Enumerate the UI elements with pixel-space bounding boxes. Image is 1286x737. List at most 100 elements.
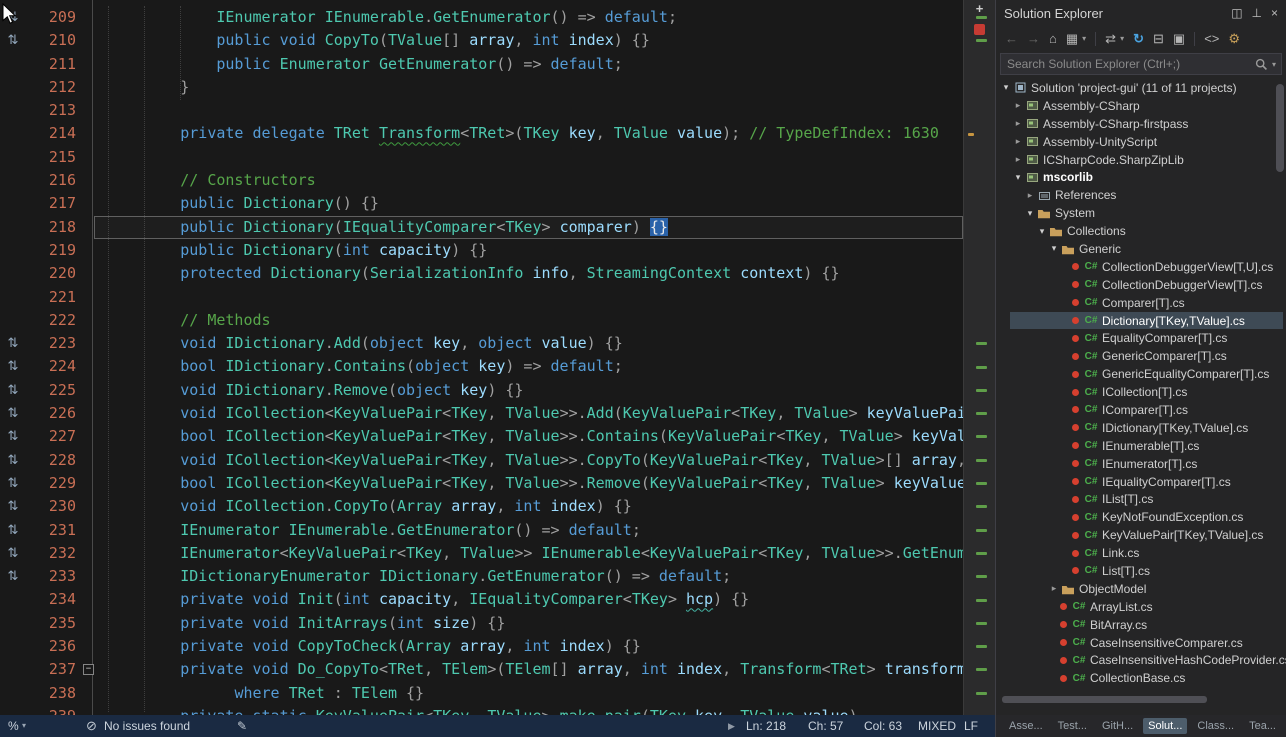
implements-icon[interactable]: ⇅ bbox=[0, 565, 26, 588]
code-line[interactable]: ⇅224 bool IDictionary.Contains(object ke… bbox=[0, 355, 963, 378]
glyph-margin[interactable] bbox=[0, 239, 26, 262]
search-icon[interactable] bbox=[1255, 58, 1268, 71]
line-number[interactable]: 233 bbox=[26, 565, 76, 588]
line-number[interactable]: 232 bbox=[26, 542, 76, 565]
code-line[interactable]: ⇅223 void IDictionary.Add(object key, ob… bbox=[0, 332, 963, 355]
code-line-body[interactable]: private static KeyValuePair<TKey, TValue… bbox=[94, 705, 963, 715]
line-number[interactable]: 239 bbox=[26, 705, 76, 715]
line-number[interactable]: 215 bbox=[26, 146, 76, 169]
line-number[interactable]: 211 bbox=[26, 53, 76, 76]
back-icon[interactable]: ← bbox=[1005, 31, 1018, 47]
tool-tab-asse[interactable]: Asse... bbox=[1004, 718, 1048, 734]
line-number[interactable]: 237 bbox=[26, 658, 76, 681]
line-number[interactable]: 222 bbox=[26, 309, 76, 332]
glyph-margin[interactable] bbox=[0, 192, 26, 215]
code-line-body[interactable]: − private void Do_CopyTo<TRet, TElem>(TE… bbox=[94, 658, 963, 681]
zoom-control[interactable]: % bbox=[8, 715, 19, 737]
implements-icon[interactable]: ⇅ bbox=[0, 332, 26, 355]
line-number[interactable]: 228 bbox=[26, 449, 76, 472]
line-number[interactable]: 214 bbox=[26, 122, 76, 145]
glyph-margin[interactable] bbox=[0, 262, 26, 285]
glyph-margin[interactable] bbox=[0, 705, 26, 715]
tree-item[interactable]: C#Comparer[T].cs bbox=[996, 294, 1286, 312]
tree-item[interactable]: C#IDictionary[TKey,TValue].cs bbox=[996, 419, 1286, 437]
dropdown-caret-icon[interactable]: ▾ bbox=[1120, 31, 1124, 47]
code-line[interactable]: 217 public Dictionary() {} bbox=[0, 192, 963, 215]
forward-icon[interactable]: → bbox=[1027, 31, 1040, 47]
code-line[interactable]: 222 // Methods bbox=[0, 309, 963, 332]
expander-collapsed-icon[interactable]: ▸ bbox=[1012, 136, 1024, 147]
expander-expanded-icon[interactable]: ▾ bbox=[1000, 82, 1012, 93]
tree-item[interactable]: C#CollectionBase.cs bbox=[996, 669, 1286, 687]
code-line-body[interactable]: where TRet : TElem {} bbox=[94, 682, 963, 705]
code-line-body[interactable]: private void CopyToCheck(Array array, in… bbox=[94, 635, 963, 658]
code-line[interactable]: 211 public Enumerator GetEnumerator() =>… bbox=[0, 53, 963, 76]
tree-item[interactable]: C#KeyValuePair[TKey,TValue].cs bbox=[996, 526, 1286, 544]
close-icon[interactable]: × bbox=[1271, 6, 1278, 20]
implements-icon[interactable]: ⇅ bbox=[0, 402, 26, 425]
line-number[interactable]: 220 bbox=[26, 262, 76, 285]
dock-position-icon[interactable]: ◫ bbox=[1231, 6, 1242, 20]
tree-item[interactable]: C#GenericEqualityComparer[T].cs bbox=[996, 365, 1286, 383]
code-line-body[interactable]: private delegate TRet Transform<TRet>(TK… bbox=[94, 122, 963, 145]
search-options-caret-icon[interactable]: ▾ bbox=[1272, 60, 1276, 69]
code-line[interactable]: 214 private delegate TRet Transform<TRet… bbox=[0, 122, 963, 145]
line-number[interactable]: 225 bbox=[26, 379, 76, 402]
tree-item[interactable]: C#List[T].cs bbox=[996, 562, 1286, 580]
code-line[interactable]: 219 public Dictionary(int capacity) {} bbox=[0, 239, 963, 262]
issues-icon[interactable]: ⊘ bbox=[86, 715, 97, 737]
tree-item[interactable]: C#Dictionary[TKey,TValue].cs bbox=[996, 312, 1286, 330]
tool-tab-solut[interactable]: Solut... bbox=[1143, 718, 1187, 734]
line-number[interactable]: 236 bbox=[26, 635, 76, 658]
tree-item[interactable]: C#CaseInsensitiveHashCodeProvider.cs bbox=[996, 652, 1286, 670]
code-line-body[interactable]: public Enumerator GetEnumerator() => def… bbox=[94, 53, 963, 76]
glyph-margin[interactable] bbox=[0, 635, 26, 658]
code-line[interactable]: ⇅210 public void CopyTo(TValue[] array, … bbox=[0, 29, 963, 52]
view-code-icon[interactable]: <> bbox=[1204, 31, 1219, 47]
code-line[interactable]: 237 − private void Do_CopyTo<TRet, TElem>… bbox=[0, 658, 963, 681]
code-line[interactable]: 221 bbox=[0, 286, 963, 309]
code-line[interactable]: ⇅232 IEnumerator<KeyValuePair<TKey, TVal… bbox=[0, 542, 963, 565]
tree-item[interactable]: C#KeyNotFoundException.cs bbox=[996, 508, 1286, 526]
line-number[interactable]: 217 bbox=[26, 192, 76, 215]
expander-collapsed-icon[interactable]: ▸ bbox=[1048, 583, 1060, 594]
glyph-margin[interactable] bbox=[0, 169, 26, 192]
encoding-indicator[interactable]: MIXED bbox=[918, 715, 956, 737]
editor-vertical-scrollbar[interactable]: + bbox=[963, 0, 995, 715]
implements-icon[interactable]: ⇅ bbox=[0, 425, 26, 448]
glyph-margin[interactable] bbox=[0, 682, 26, 705]
collapse-all-icon[interactable]: ⊟ bbox=[1153, 31, 1164, 47]
code-line-body[interactable]: bool ICollection<KeyValuePair<TKey, TVal… bbox=[94, 472, 963, 495]
glyph-margin[interactable] bbox=[0, 76, 26, 99]
tree-item[interactable]: ▾Solution 'project-gui' (11 of 11 projec… bbox=[996, 79, 1286, 97]
code-line-body[interactable]: void ICollection.CopyTo(Array array, int… bbox=[94, 495, 963, 518]
home-icon[interactable]: ⌂ bbox=[1049, 31, 1057, 47]
glyph-margin[interactable] bbox=[0, 146, 26, 169]
tree-item[interactable]: ▾System bbox=[996, 204, 1286, 222]
search-box[interactable]: ▾ bbox=[1000, 53, 1282, 75]
tree-item[interactable]: ▸Assembly-CSharp-firstpass bbox=[996, 115, 1286, 133]
code-line[interactable]: ⇅229 bool ICollection<KeyValuePair<TKey,… bbox=[0, 472, 963, 495]
code-line-body[interactable]: // Constructors bbox=[94, 169, 963, 192]
code-line-body[interactable]: bool IDictionary.Contains(object key) =>… bbox=[94, 355, 963, 378]
properties-icon[interactable]: ⚙ bbox=[1228, 31, 1240, 47]
glyph-margin[interactable] bbox=[0, 612, 26, 635]
code-line[interactable]: ⇅233 IDictionaryEnumerator IDictionary.G… bbox=[0, 565, 963, 588]
tree-item[interactable]: C#CollectionDebuggerView[T,U].cs bbox=[996, 258, 1286, 276]
code-line-body[interactable]: IEnumerator<KeyValuePair<TKey, TValue>> … bbox=[94, 542, 963, 565]
expander-expanded-icon[interactable]: ▾ bbox=[1036, 226, 1048, 237]
switch-views-icon[interactable]: ▦ bbox=[1066, 31, 1078, 47]
code-line-body[interactable]: public Dictionary(int capacity) {} bbox=[94, 239, 963, 262]
code-line[interactable]: 218 public Dictionary(IEqualityComparer<… bbox=[0, 216, 963, 239]
tree-item[interactable]: C#EqualityComparer[T].cs bbox=[996, 329, 1286, 347]
tree-item[interactable]: C#IEnumerator[T].cs bbox=[996, 455, 1286, 473]
line-number[interactable]: 227 bbox=[26, 425, 76, 448]
line-number[interactable]: 210 bbox=[26, 29, 76, 52]
expander-expanded-icon[interactable]: ▾ bbox=[1024, 208, 1036, 219]
implements-icon[interactable]: ⇅ bbox=[0, 29, 26, 52]
code-editor[interactable]: ⇅209 IEnumerator IEnumerable.GetEnumerat… bbox=[0, 0, 963, 715]
tool-tab-test[interactable]: Test... bbox=[1053, 718, 1092, 734]
code-line[interactable]: ⇅209 IEnumerator IEnumerable.GetEnumerat… bbox=[0, 6, 963, 29]
tree-item[interactable]: ▾Collections bbox=[996, 222, 1286, 240]
code-line[interactable]: ⇅231 IEnumerator IEnumerable.GetEnumerat… bbox=[0, 519, 963, 542]
